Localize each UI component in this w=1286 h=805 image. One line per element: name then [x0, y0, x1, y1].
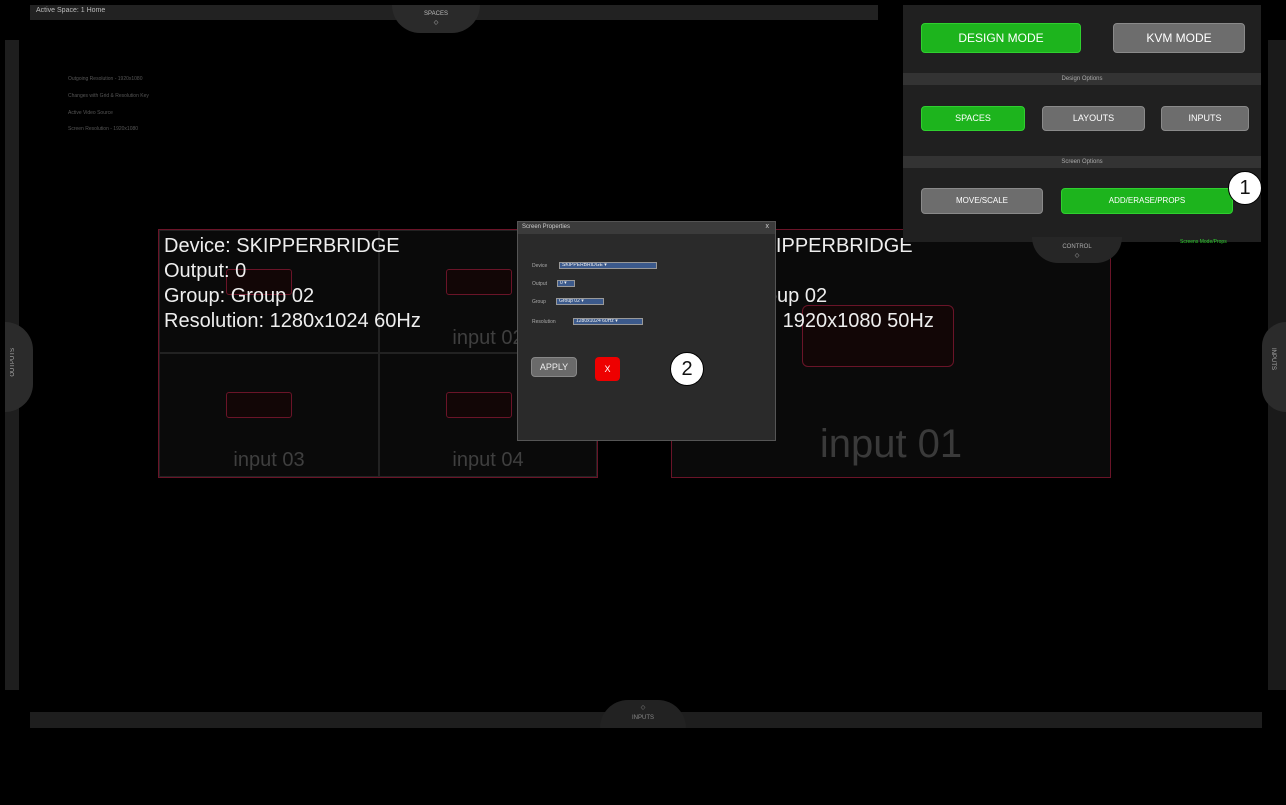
chevron-down-icon: ◇: [1074, 253, 1080, 259]
cancel-button[interactable]: X: [595, 357, 620, 381]
spaces-tab-label: SPACES: [424, 11, 448, 17]
spaces-button[interactable]: SPACES: [921, 106, 1025, 131]
inputs-bottom-tab[interactable]: ◇ INPUTS: [600, 700, 686, 728]
group-select[interactable]: Group 02 ▾: [556, 298, 604, 305]
dialog-header[interactable]: Screen Properties x: [518, 222, 775, 234]
info-line-2: Changes with Grid & Resolution Key: [68, 93, 149, 99]
group-label: Group: [532, 299, 546, 305]
add-erase-props-button[interactable]: ADD/ERASE/PROPS: [1061, 188, 1233, 214]
inputs-side-tab[interactable]: INPUTS: [1262, 322, 1286, 412]
resolution-label: Resolution: [532, 319, 556, 325]
callout-1: 1: [1228, 171, 1262, 205]
inputs-bottom-tab-label: INPUTS: [631, 715, 654, 721]
output-select[interactable]: 0 ▾: [557, 280, 575, 287]
inputs-button[interactable]: INPUTS: [1161, 106, 1249, 131]
close-icon[interactable]: x: [766, 223, 770, 230]
screen-left-info: Device: SKIPPERBRIDGE Output: 0 Group: G…: [164, 234, 421, 334]
input-label: input 03: [233, 449, 305, 471]
group-text: Group: Group 02: [164, 285, 315, 307]
dialog-title: Screen Properties: [522, 224, 571, 230]
screen-properties-dialog: Screen Properties x Device SKIPPERBRIDGE…: [517, 221, 776, 441]
control-tab-label: CONTROL: [1062, 244, 1092, 250]
screen-options-header: Screen Options: [903, 156, 1261, 168]
outputs-side-tab[interactable]: OUTPUTS: [5, 322, 33, 412]
chevron-up-icon: ◇: [640, 705, 646, 711]
input-source-shape: [446, 392, 512, 418]
device-select[interactable]: SKIPPERBRIDGE ▾: [559, 262, 657, 269]
output-label: Output: [532, 281, 548, 287]
control-tab[interactable]: CONTROL ◇: [1032, 237, 1122, 263]
layouts-button[interactable]: LAYOUTS: [1042, 106, 1145, 131]
info-line-1: Outgoing Resolution - 1920x1080: [68, 76, 143, 82]
input-label: input 04: [452, 449, 524, 471]
callout-2: 2: [670, 352, 704, 386]
move-scale-button[interactable]: MOVE/SCALE: [921, 188, 1043, 214]
chevron-down-icon: ◇: [433, 20, 439, 26]
device-text: Device: SKIPPERBRIDGE: [164, 235, 400, 257]
screen-cell-3[interactable]: input 03: [159, 353, 379, 477]
mode-status-text: Screens Mode/Props: [1180, 239, 1227, 245]
outputs-tab-label: OUTPUTS: [10, 348, 16, 377]
info-line-3: Active Video Source: [68, 110, 113, 116]
spaces-tab[interactable]: SPACES ◇: [392, 5, 480, 33]
info-line-4: Screen Resolution - 1920x1080: [68, 126, 139, 132]
active-space-title: Active Space: 1 Home: [36, 7, 106, 14]
input-source-shape: [446, 269, 512, 295]
output-text: Output: 0: [164, 260, 247, 282]
inputs-side-tab-label: INPUTS: [1270, 348, 1276, 371]
input-source-shape: [226, 392, 292, 418]
resolution-text: Resolution: 1280x1024 60Hz: [164, 310, 421, 332]
apply-button[interactable]: APPLY: [531, 357, 577, 377]
design-options-header: Design Options: [903, 73, 1261, 85]
resolution-select[interactable]: 1280x1024 60Hz ▾: [573, 318, 643, 325]
device-label: Device: [532, 263, 548, 269]
design-mode-button[interactable]: DESIGN MODE: [921, 23, 1081, 53]
control-panel: DESIGN MODE KVM MODE Design Options SPAC…: [903, 5, 1261, 242]
kvm-mode-button[interactable]: KVM MODE: [1113, 23, 1245, 53]
